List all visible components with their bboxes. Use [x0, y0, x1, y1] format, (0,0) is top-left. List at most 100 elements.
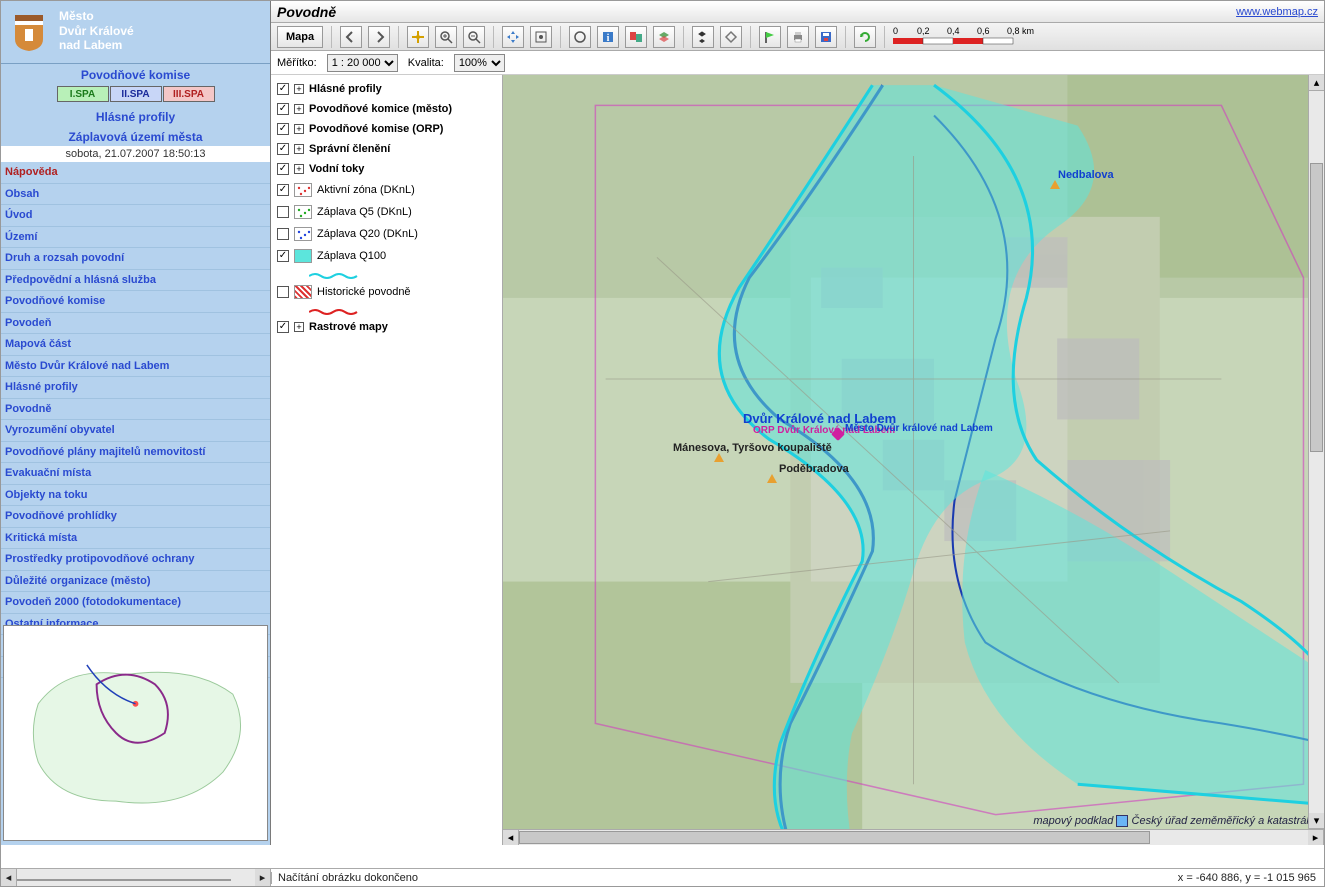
map-mode-button[interactable]: Mapa	[277, 26, 323, 48]
controls-row: Měřítko: 1 : 20 000 Kvalita: 100%	[271, 51, 1324, 75]
expand-icon[interactable]: +	[294, 104, 304, 114]
layer-label[interactable]: Povodňové komise (ORP)	[309, 123, 443, 135]
info-button[interactable]: i	[597, 26, 619, 48]
print-button[interactable]	[787, 26, 809, 48]
link-hlasne-profily[interactable]: Hlásné profily	[1, 106, 270, 126]
identify-button[interactable]	[625, 26, 647, 48]
status-message: Načítání obrázku dokončeno	[271, 872, 1178, 884]
full-extent-button[interactable]	[530, 26, 552, 48]
scroll-right-icon[interactable]: ▸	[1308, 830, 1324, 845]
quality-label: Kvalita:	[408, 57, 444, 69]
layer-row: ✓ Aktivní zóna (DKnL)	[277, 183, 496, 197]
toolbar-sep	[884, 26, 885, 48]
expand-icon[interactable]: +	[294, 322, 304, 332]
spa-button-3[interactable]: III.SPA	[163, 86, 215, 102]
nav-item[interactable]: Povodeň 2000 (fotodokumentace)	[1, 592, 270, 614]
spa-button-1[interactable]: I.SPA	[57, 86, 109, 102]
map-vertical-scrollbar[interactable]: ▴ ▾	[1308, 75, 1324, 829]
layer-checkbox[interactable]	[277, 228, 289, 240]
spa-button-2[interactable]: II.SPA	[110, 86, 162, 102]
refresh-button[interactable]	[854, 26, 876, 48]
layer-label[interactable]: Rastrové mapy	[309, 321, 388, 333]
layer-checkbox[interactable]: ✓	[277, 143, 289, 155]
layer-checkbox[interactable]: ✓	[277, 163, 289, 175]
expand-icon[interactable]: +	[294, 164, 304, 174]
nav-item[interactable]: Prostředky protipovodňové ochrany	[1, 549, 270, 571]
layer-label[interactable]: Hlásné profily	[309, 83, 382, 95]
layer-checkbox[interactable]	[277, 206, 289, 218]
map-horizontal-scrollbar[interactable]: ◂ ▸	[503, 829, 1324, 845]
layer-checkbox[interactable]	[277, 286, 289, 298]
scroll-track[interactable]	[519, 830, 1308, 845]
layer-checkbox[interactable]: ✓	[277, 83, 289, 95]
layers-button[interactable]	[653, 26, 675, 48]
nav-item[interactable]: Povodňové prohlídky	[1, 506, 270, 528]
scroll-left-icon[interactable]: ◂	[503, 830, 519, 845]
nav-item[interactable]: Území	[1, 227, 270, 249]
overview-map[interactable]	[3, 625, 268, 841]
nav-item[interactable]: Objekty na toku	[1, 485, 270, 507]
layer-label[interactable]: Historické povodně	[317, 286, 411, 298]
circle-tool-button[interactable]	[569, 26, 591, 48]
nav-item[interactable]: Důležité organizace (město)	[1, 571, 270, 593]
zoom-out-button[interactable]	[463, 26, 485, 48]
expand-icon[interactable]: +	[294, 144, 304, 154]
layer-checkbox[interactable]: ✓	[277, 123, 289, 135]
extent-button[interactable]	[502, 26, 524, 48]
search-button[interactable]	[692, 26, 714, 48]
nav-item[interactable]: Obsah	[1, 184, 270, 206]
nav-item[interactable]: Povodeň	[1, 313, 270, 335]
nav-item[interactable]: Předpovědní a hlásná služba	[1, 270, 270, 292]
nav-item[interactable]: Kritická místa	[1, 528, 270, 550]
expand-icon[interactable]: +	[294, 84, 304, 94]
flag-button[interactable]	[759, 26, 781, 48]
layer-checkbox[interactable]: ✓	[277, 184, 289, 196]
webmap-link[interactable]: www.webmap.cz	[1236, 6, 1318, 18]
layer-label[interactable]: Záplava Q100	[317, 250, 386, 262]
layer-checkbox[interactable]: ✓	[277, 103, 289, 115]
nav-item[interactable]: Vyrozumění obyvatel	[1, 420, 270, 442]
link-zaplavova-uzemi[interactable]: Záplavová území města	[1, 126, 270, 146]
nav-list: NápovědaObsahÚvodÚzemíDruh a rozsah povo…	[1, 162, 270, 678]
marker-nedbalova	[1050, 180, 1060, 189]
measure-button[interactable]	[720, 26, 742, 48]
layer-label[interactable]: Aktivní zóna (DKnL)	[317, 184, 415, 196]
scroll-left-icon[interactable]: ◂	[1, 869, 17, 886]
sidebar-scrollbar[interactable]: ◂ ▸	[1, 869, 271, 886]
scroll-track[interactable]	[1309, 91, 1324, 813]
scroll-thumb[interactable]	[17, 879, 231, 881]
map-view[interactable]: Nedbalova Dvůr Králové nad Labem ORP Dvů…	[503, 75, 1324, 845]
scroll-right-icon[interactable]: ▸	[255, 869, 271, 886]
scroll-thumb[interactable]	[519, 831, 1150, 844]
save-button[interactable]	[815, 26, 837, 48]
pan-button[interactable]	[407, 26, 429, 48]
quality-select[interactable]: 100%	[454, 54, 505, 72]
nav-item[interactable]: Druh a rozsah povodní	[1, 248, 270, 270]
app-window: Město Dvůr Králové nad Labem Povodňové k…	[0, 0, 1325, 887]
scroll-thumb[interactable]	[1310, 163, 1323, 452]
layer-label[interactable]: Povodňové komice (město)	[309, 103, 452, 115]
nav-item[interactable]: Povodňové plány majitelů nemovitostí	[1, 442, 270, 464]
layer-label[interactable]: Vodní toky	[309, 163, 364, 175]
nav-item[interactable]: Povodňové komise	[1, 291, 270, 313]
nav-item[interactable]: Nápověda	[1, 162, 270, 184]
scale-select[interactable]: 1 : 20 000	[327, 54, 398, 72]
layer-label[interactable]: Záplava Q20 (DKnL)	[317, 228, 418, 240]
nav-item[interactable]: Povodně	[1, 399, 270, 421]
nav-item[interactable]: Mapová část	[1, 334, 270, 356]
nav-item[interactable]: Město Dvůr Králové nad Labem	[1, 356, 270, 378]
nav-item[interactable]: Evakuační místa	[1, 463, 270, 485]
forward-button[interactable]	[368, 26, 390, 48]
layer-label[interactable]: Správní členění	[309, 143, 390, 155]
layer-label[interactable]: Záplava Q5 (DKnL)	[317, 206, 412, 218]
nav-item[interactable]: Hlásné profily	[1, 377, 270, 399]
link-povodnove-komise[interactable]: Povodňové komise	[1, 64, 270, 84]
scroll-up-icon[interactable]: ▴	[1309, 75, 1324, 91]
zoom-in-button[interactable]	[435, 26, 457, 48]
nav-item[interactable]: Úvod	[1, 205, 270, 227]
layer-checkbox[interactable]: ✓	[277, 321, 289, 333]
back-button[interactable]	[340, 26, 362, 48]
expand-icon[interactable]: +	[294, 124, 304, 134]
scroll-down-icon[interactable]: ▾	[1309, 813, 1324, 829]
layer-checkbox[interactable]: ✓	[277, 250, 289, 262]
